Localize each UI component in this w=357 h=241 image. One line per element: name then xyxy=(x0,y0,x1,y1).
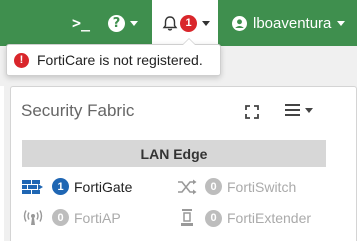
security-fabric-widget: Security Fabric LAN Edge 1 FortiGate 0 F… xyxy=(10,86,357,241)
cli-console-button[interactable]: >_ xyxy=(66,0,96,46)
chevron-down-icon xyxy=(337,20,346,26)
chevron-down-icon xyxy=(130,20,138,26)
hamburger-icon xyxy=(285,104,300,116)
fortiap-count-badge: 0 xyxy=(52,209,69,226)
fortiap-icon xyxy=(23,209,43,225)
fortiextender-label: FortiExtender xyxy=(227,210,312,226)
chevron-down-icon xyxy=(202,20,210,26)
cli-icon: >_ xyxy=(71,14,91,32)
notification-message: FortiCare is not registered. xyxy=(37,52,203,68)
fortiswitch-icon xyxy=(178,179,197,194)
notification-count-badge: 1 xyxy=(180,14,197,32)
lan-edge-header: LAN Edge xyxy=(22,140,326,167)
fortiap-label: FortiAP xyxy=(74,209,121,226)
bell-icon xyxy=(162,15,178,31)
fabric-item-fortiextender[interactable]: 0 FortiExtender xyxy=(177,209,311,227)
fabric-item-fortigate[interactable]: 1 FortiGate xyxy=(22,178,132,195)
chevron-down-icon xyxy=(305,107,313,113)
expand-icon[interactable] xyxy=(245,105,259,119)
username-label: lboaventura xyxy=(253,14,332,32)
fortiswitch-count-badge: 0 xyxy=(205,178,222,195)
notification-popover[interactable]: ! FortiCare is not registered. xyxy=(6,38,221,76)
help-icon: ? xyxy=(108,14,125,32)
user-menu-button[interactable]: lboaventura xyxy=(232,0,357,46)
fortigate-count-badge: 1 xyxy=(52,178,69,195)
widget-menu-button[interactable] xyxy=(285,104,313,116)
fortiextender-icon xyxy=(181,209,193,226)
fabric-item-fortiswitch[interactable]: 0 FortiSwitch xyxy=(177,178,296,195)
warning-icon: ! xyxy=(14,52,29,68)
widget-title: Security Fabric xyxy=(21,101,135,120)
fortiswitch-label: FortiSwitch xyxy=(227,178,297,195)
fortiextender-count-badge: 0 xyxy=(205,209,222,227)
user-avatar-icon xyxy=(232,15,247,31)
fabric-item-fortiap[interactable]: 0 FortiAP xyxy=(22,209,121,226)
fortigate-label: FortiGate xyxy=(74,178,133,195)
fortigate-icon xyxy=(22,179,43,194)
help-menu-button[interactable]: ? xyxy=(108,0,144,46)
left-panel-edge xyxy=(0,86,4,241)
top-bar: >_ ? 1 lboaventura xyxy=(0,0,357,46)
